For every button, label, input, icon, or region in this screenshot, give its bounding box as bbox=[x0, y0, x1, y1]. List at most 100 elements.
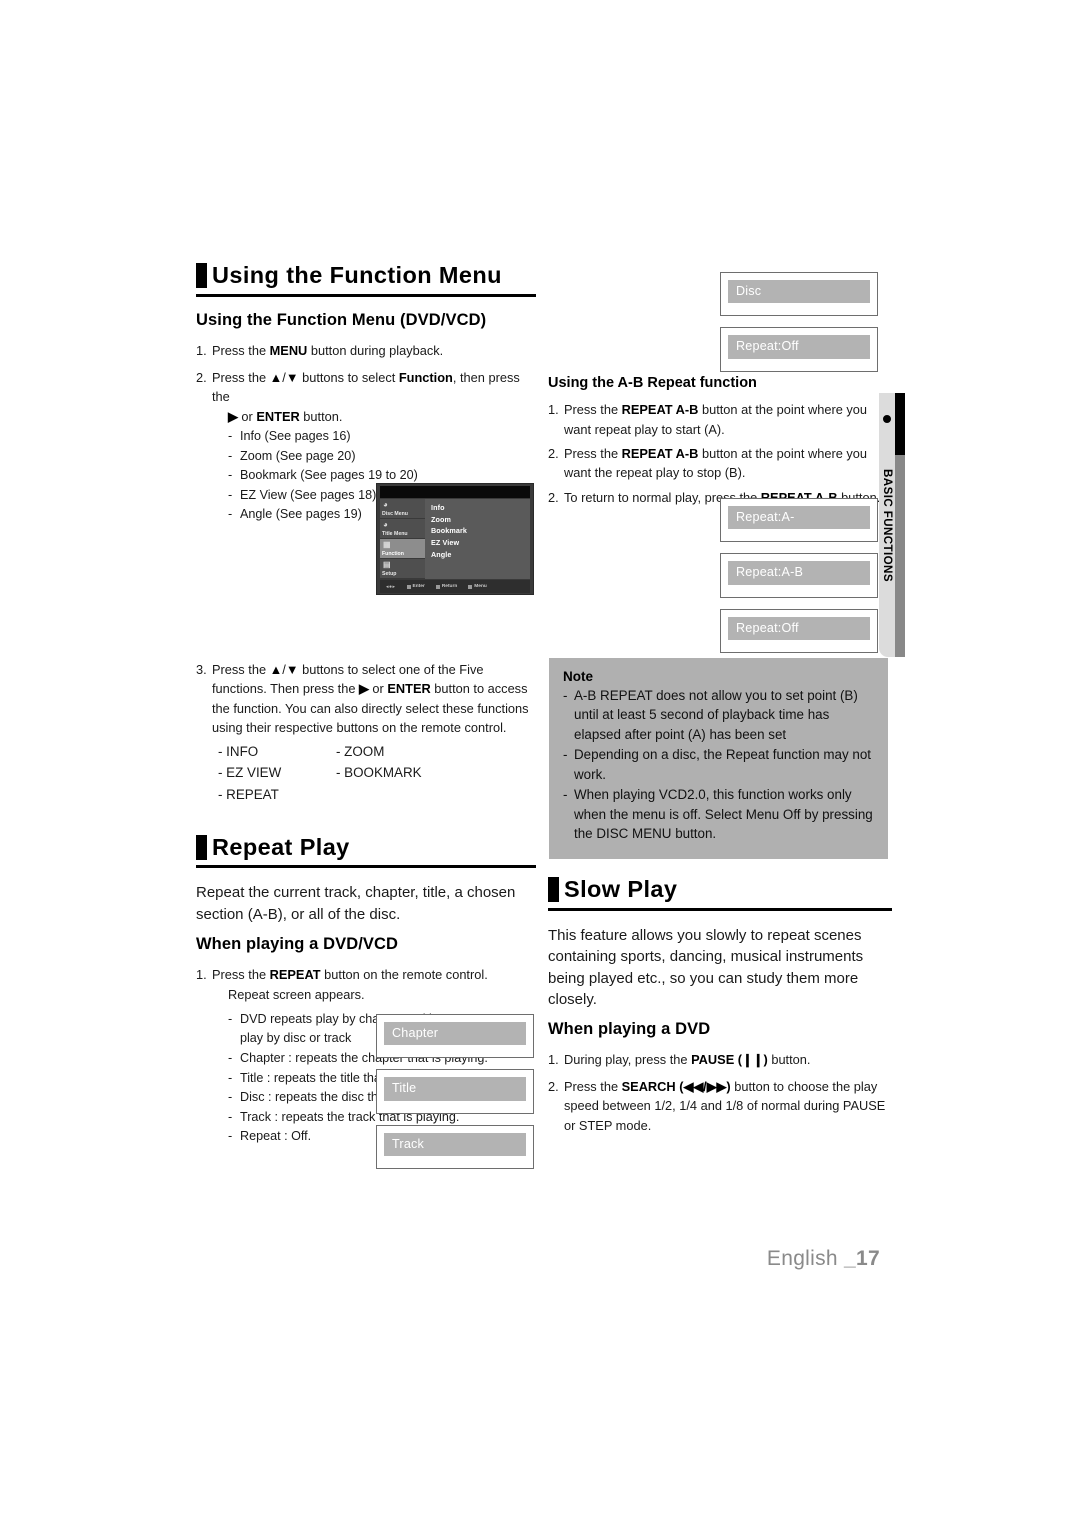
hint-label: Return bbox=[441, 584, 458, 589]
osd-box-repeat-a: Repeat:A- bbox=[720, 498, 878, 543]
subheading-function-menu-dvdvcd: Using the Function Menu (DVD/VCD) bbox=[196, 310, 487, 329]
osd-sidebar-label: Disc Menu bbox=[382, 511, 408, 517]
title-menu-icon: ◕ bbox=[383, 520, 388, 529]
dpad-icon: ◂●▸ bbox=[386, 583, 396, 590]
repeat-osd-box-stack: Chapter Title Track bbox=[376, 1014, 534, 1180]
slow-play-steps: 1. During play, press the PAUSE (❙❙) but… bbox=[548, 1050, 892, 1135]
osd-box-label: Repeat:Off bbox=[728, 616, 870, 641]
slow-step-2: 2. Press the SEARCH (◀◀/▶▶) button to ch… bbox=[548, 1077, 892, 1135]
footer-page-number: _17 bbox=[844, 1247, 880, 1270]
osd-item-angle[interactable]: Angle bbox=[431, 549, 530, 561]
step-number: 1. bbox=[196, 342, 207, 358]
disc-menu-icon: ◕ bbox=[383, 500, 388, 509]
return-button-icon bbox=[435, 584, 440, 589]
slow-step-1: 1. During play, press the PAUSE (❙❙) but… bbox=[548, 1050, 892, 1069]
osd-box-label: Repeat:Off bbox=[728, 335, 870, 359]
osd-sidebar-item-disc-menu[interactable]: ◕ Disc Menu bbox=[380, 499, 425, 519]
osd-sidebar: ◕ Disc Menu ◕ Title Menu ▦ Function ▤ Se… bbox=[380, 499, 425, 579]
slow-play-section: Slow Play This feature allows you slowly… bbox=[548, 876, 892, 1138]
ab-repeat-steps: 1. Press the REPEAT A-B button at the po… bbox=[548, 400, 892, 507]
grid-cell: - BOOKMARK bbox=[336, 765, 422, 781]
step-text: Press the ▲/▼ buttons to select Function… bbox=[212, 369, 520, 405]
grid-cell: - ZOOM bbox=[336, 743, 385, 759]
step-text: Press the SEARCH (◀◀/▶▶) button to choos… bbox=[564, 1078, 886, 1133]
step-1: 1. Press the MENU button during playback… bbox=[196, 341, 536, 360]
osd-sidebar-item-title-menu[interactable]: ◕ Title Menu bbox=[380, 519, 425, 539]
subheading-ab-repeat: Using the A-B Repeat function bbox=[548, 375, 757, 391]
step-text: Press the REPEAT button on the remote co… bbox=[212, 967, 488, 983]
osd-box-label: Repeat:A-B bbox=[728, 561, 870, 585]
note-item: Depending on a disc, the Repeat function… bbox=[563, 745, 874, 784]
osd-sidebar-label: Function bbox=[382, 551, 404, 557]
osd-box-label: Title bbox=[384, 1077, 526, 1101]
grid-cell: - REPEAT bbox=[218, 787, 279, 802]
osd-box-track: Track bbox=[376, 1124, 534, 1170]
osd-item-ez-view[interactable]: EZ View bbox=[431, 537, 530, 549]
osd-sidebar-label: Title Menu bbox=[382, 531, 408, 537]
grid-cell bbox=[336, 784, 486, 806]
osd-box-disc: Disc bbox=[720, 272, 878, 317]
step-number: 2. bbox=[548, 1078, 559, 1094]
hint-label: Menu bbox=[474, 584, 487, 589]
osd-function-menu-screenshot: ◕ Disc Menu ◕ Title Menu ▦ Function ▤ Se… bbox=[376, 483, 534, 595]
grid-row: - EZ VIEW - BOOKMARK bbox=[218, 762, 536, 784]
osd-top-bar bbox=[380, 486, 530, 498]
ab-step-2: 2. Press the REPEAT A-B button at the po… bbox=[548, 444, 892, 483]
side-tab-black-block bbox=[895, 393, 905, 455]
osd-item-zoom[interactable]: Zoom bbox=[431, 514, 530, 526]
step-number: 3. bbox=[196, 661, 207, 677]
grid-row: - INFO - ZOOM bbox=[218, 741, 536, 763]
osd-box-label: Track bbox=[384, 1132, 526, 1157]
osd-item-bookmark[interactable]: Bookmark bbox=[431, 525, 530, 537]
subheading-when-playing-dvdvcd: When playing a DVD/VCD bbox=[196, 935, 399, 954]
list-item: Info (See pages 16) bbox=[228, 427, 536, 447]
osd-hint-return: Return bbox=[435, 584, 458, 589]
step-number: 2. bbox=[548, 446, 559, 461]
osd-body: ◕ Disc Menu ◕ Title Menu ▦ Function ▤ Se… bbox=[380, 499, 530, 579]
ab-step-1: 1. Press the REPEAT A-B button at the po… bbox=[548, 400, 892, 439]
page-title-using-function-menu: Using the Function Menu bbox=[196, 262, 536, 297]
step-3: 3. Press the ▲/▼ buttons to select one o… bbox=[196, 660, 536, 738]
ab-osd-box-stack: Repeat:A- Repeat:A-B Repeat:Off bbox=[720, 498, 878, 664]
osd-box-label: Disc bbox=[728, 280, 870, 304]
repeat-intro-text: Repeat the current track, chapter, title… bbox=[196, 884, 516, 923]
osd-sidebar-label: Setup bbox=[382, 571, 397, 577]
page-title-slow-play: Slow Play bbox=[548, 876, 892, 911]
step-text: During play, press the PAUSE (❙❙) button… bbox=[564, 1052, 811, 1068]
step-text: Press the REPEAT A-B button at the point… bbox=[564, 446, 868, 481]
step-2-continued: ▶ or ENTER button. bbox=[228, 408, 343, 424]
step-number: 1. bbox=[196, 967, 207, 983]
manual-page: Using the Function Menu Using the Functi… bbox=[0, 0, 1080, 1527]
side-tab-label-wrap: BASIC FUNCTIONS bbox=[879, 393, 895, 657]
osd-box-label: Repeat:A- bbox=[728, 506, 870, 530]
grid-row: - REPEAT bbox=[218, 784, 536, 806]
osd-hint-menu: Menu bbox=[468, 584, 487, 589]
osd-box-title: Title bbox=[376, 1069, 534, 1114]
osd-bottom-hint-bar: ◂●▸ Enter Return Menu bbox=[380, 580, 530, 593]
step-continued: Repeat screen appears. bbox=[228, 986, 365, 1002]
step-number: 1. bbox=[548, 1052, 559, 1068]
note-item: A-B REPEAT does not allow you to set poi… bbox=[563, 686, 874, 744]
hint-label: Enter bbox=[412, 584, 425, 589]
page-title-repeat-play: Repeat Play bbox=[196, 834, 536, 869]
step-text: Press the MENU button during playback. bbox=[212, 342, 444, 358]
side-tab-label: BASIC FUNCTIONS bbox=[880, 468, 894, 582]
list-item: Zoom (See page 20) bbox=[228, 447, 536, 467]
note-box: Note A-B REPEAT does not allow you to se… bbox=[549, 658, 888, 859]
function-menu-steps-cont: 3. Press the ▲/▼ buttons to select one o… bbox=[196, 660, 536, 738]
function-icon: ▦ bbox=[383, 540, 391, 549]
osd-item-info[interactable]: Info bbox=[431, 502, 530, 514]
side-tab-basic-functions: BASIC FUNCTIONS bbox=[879, 393, 905, 657]
osd-sidebar-item-function[interactable]: ▦ Function bbox=[380, 539, 425, 559]
subheading-when-playing-dvd: When playing a DVD bbox=[548, 1020, 711, 1039]
menu-button-icon bbox=[468, 584, 473, 589]
step-text: Press the REPEAT A-B button at the point… bbox=[564, 402, 868, 437]
note-list: A-B REPEAT does not allow you to set poi… bbox=[563, 686, 874, 844]
remote-function-grid: - INFO - ZOOM - EZ VIEW - BOOKMARK - REP… bbox=[196, 741, 536, 806]
osd-box-repeat-off-2: Repeat:Off bbox=[720, 608, 878, 654]
note-item: When playing VCD2.0, this function works… bbox=[563, 785, 874, 843]
note-title: Note bbox=[563, 669, 593, 684]
osd-sidebar-item-setup[interactable]: ▤ Setup bbox=[380, 559, 425, 579]
footer-language: English bbox=[766, 1247, 845, 1270]
osd-item-list: Info Zoom Bookmark EZ View Angle bbox=[425, 499, 530, 579]
